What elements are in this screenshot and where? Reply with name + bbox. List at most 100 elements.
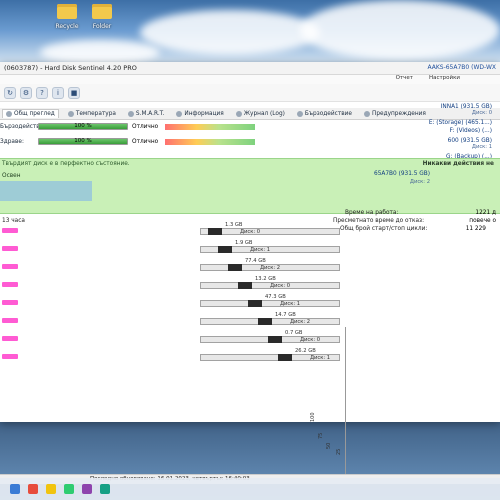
bar-disk: Диск: 1 — [280, 301, 301, 307]
status-message: Твърдият диск е в перфектно състояние. — [2, 161, 130, 167]
axis-tick: 75 — [318, 432, 324, 439]
menu-item-settings[interactable]: Настройки — [429, 75, 460, 84]
tab-information[interactable]: Информация — [173, 110, 226, 118]
tab-smart[interactable]: S.M.A.R.T. — [125, 110, 167, 118]
bar-segment — [248, 300, 262, 307]
selection-highlight — [0, 181, 92, 201]
start-icon[interactable] — [10, 484, 20, 494]
bar-segment — [218, 246, 232, 253]
disk-bar-row: 14.7 GB Диск: 2 — [0, 312, 500, 327]
log-icon — [235, 110, 242, 117]
cloud — [300, 0, 500, 60]
axis-tick: 100 — [310, 412, 316, 422]
chart-panel: 100 75 50 25 — [310, 327, 495, 477]
tab-bar: Общ преглед Температура S.M.A.R.T. Инфор… — [0, 108, 500, 120]
action-note: Никакви действия не — [422, 161, 494, 167]
bar-indicator — [2, 354, 18, 359]
disk-bar-row: 1.9 GB Диск: 1 — [0, 240, 500, 255]
disk-bar-row: 13.2 GB Диск: 0 — [0, 276, 500, 291]
warning-icon — [363, 110, 370, 117]
app-icon[interactable] — [100, 484, 110, 494]
refresh-icon[interactable]: ↻ — [4, 86, 16, 99]
bar-label: 0.7 GB — [285, 330, 303, 336]
status-tag: Освен — [2, 173, 21, 179]
bar-indicator — [2, 246, 18, 251]
desktop-icon[interactable]: Folder — [90, 4, 114, 30]
help-icon[interactable]: ? — [36, 86, 48, 99]
bar-label: 1.9 GB — [235, 240, 253, 246]
tab-performance[interactable]: Бързодействие — [294, 110, 355, 118]
disk-partition[interactable]: E: (Storage) (465.1...) — [429, 120, 492, 126]
app-window: (0603787) - Hard Disk Sentinel 4.20 PRO … — [0, 62, 500, 484]
disk-icon[interactable]: ■ — [68, 86, 80, 99]
menu-bar: Отчет Настройки — [0, 75, 500, 84]
window-title-right: AAKS-65A7B0 (WD-WX — [427, 64, 496, 71]
performance-scale — [165, 124, 255, 130]
tab-log[interactable]: Журнал (Log) — [233, 110, 288, 118]
bar-label: 1.3 GB — [225, 222, 243, 228]
health-meter: 100 % — [38, 138, 128, 145]
disk-name[interactable]: 65A7B0 (931.5 GB) — [374, 171, 430, 177]
disk-entry[interactable]: INNA1 (931.5 GB) Диск: 0 — [441, 104, 492, 116]
bar-segment — [268, 336, 282, 343]
bar-label: 47.3 GB — [265, 294, 286, 300]
status-panel: Твърдият диск е в перфектно състояние. Н… — [0, 158, 500, 214]
cloud — [140, 10, 320, 55]
settings-icon[interactable]: ⚙ — [20, 86, 32, 99]
bar-indicator — [2, 228, 18, 233]
bar-indicator — [2, 318, 18, 323]
desktop-icon[interactable]: Recycle — [55, 4, 79, 30]
bar-disk: Диск: 2 — [260, 265, 281, 271]
bar-segment — [258, 318, 272, 325]
estimated-value: повече о — [469, 218, 496, 224]
folder-icon — [92, 4, 112, 19]
bar-segment — [238, 282, 252, 289]
tab-temperature[interactable]: Температура — [65, 110, 119, 118]
bar-disk: Диск: 1 — [250, 247, 271, 253]
app-icon[interactable] — [46, 484, 56, 494]
health-scale — [165, 139, 255, 145]
app-icon[interactable] — [28, 484, 38, 494]
window-title: (0603787) - Hard Disk Sentinel 4.20 PRO — [4, 64, 137, 72]
bar-track — [200, 300, 340, 307]
bar-segment — [278, 354, 292, 361]
health-value: 100 % — [74, 138, 92, 144]
info-icon[interactable]: i — [52, 86, 64, 99]
app-icon[interactable] — [64, 484, 74, 494]
uptime-value: 1221 д — [475, 210, 496, 216]
tab-alerts[interactable]: Предупреждения — [361, 110, 429, 118]
overview-icon — [6, 111, 12, 117]
app-icon[interactable] — [82, 484, 92, 494]
thermometer-icon — [67, 110, 74, 117]
speed-icon — [296, 110, 303, 117]
bar-indicator — [2, 336, 18, 341]
taskbar — [0, 478, 500, 500]
tab-overview[interactable]: Общ преглед — [2, 109, 59, 118]
performance-value: 100 % — [74, 123, 92, 129]
bar-disk: Диск: 0 — [270, 283, 291, 289]
info-icon — [176, 110, 183, 117]
bar-label: 26.2 GB — [295, 348, 316, 354]
uptime-label: Време на работа: — [345, 210, 399, 216]
bar-label: 14.7 GB — [275, 312, 296, 318]
toolbar: ↻ ⚙ ? i ■ — [0, 84, 500, 102]
performance-status: Отлично — [132, 124, 159, 130]
disk-bar-row: 77.4 GB Диск: 2 — [0, 258, 500, 273]
bar-indicator — [2, 264, 18, 269]
hours-label: 13 часа — [2, 218, 25, 224]
disk-partition[interactable]: F: (Videos) (...) — [450, 128, 492, 134]
bar-indicator — [2, 282, 18, 287]
disk-sub: Диск: 2 — [409, 179, 430, 185]
smart-icon — [127, 110, 134, 117]
title-bar[interactable]: (0603787) - Hard Disk Sentinel 4.20 PRO … — [0, 62, 500, 75]
bar-disk: Диск: 0 — [300, 337, 321, 343]
disk-entry[interactable]: 600 (931.5 GB) Диск: 1 — [448, 138, 492, 150]
bar-segment — [208, 228, 222, 235]
estimated-label: Пресметнато време до отказ: — [333, 218, 425, 224]
menu-item-report[interactable]: Отчет — [396, 75, 413, 84]
bar-label: 77.4 GB — [245, 258, 266, 264]
disk-bar-row: 47.3 GB Диск: 1 — [0, 294, 500, 309]
bar-indicator — [2, 300, 18, 305]
performance-meter: 100 % — [38, 123, 128, 130]
bar-disk: Диск: 2 — [290, 319, 311, 325]
